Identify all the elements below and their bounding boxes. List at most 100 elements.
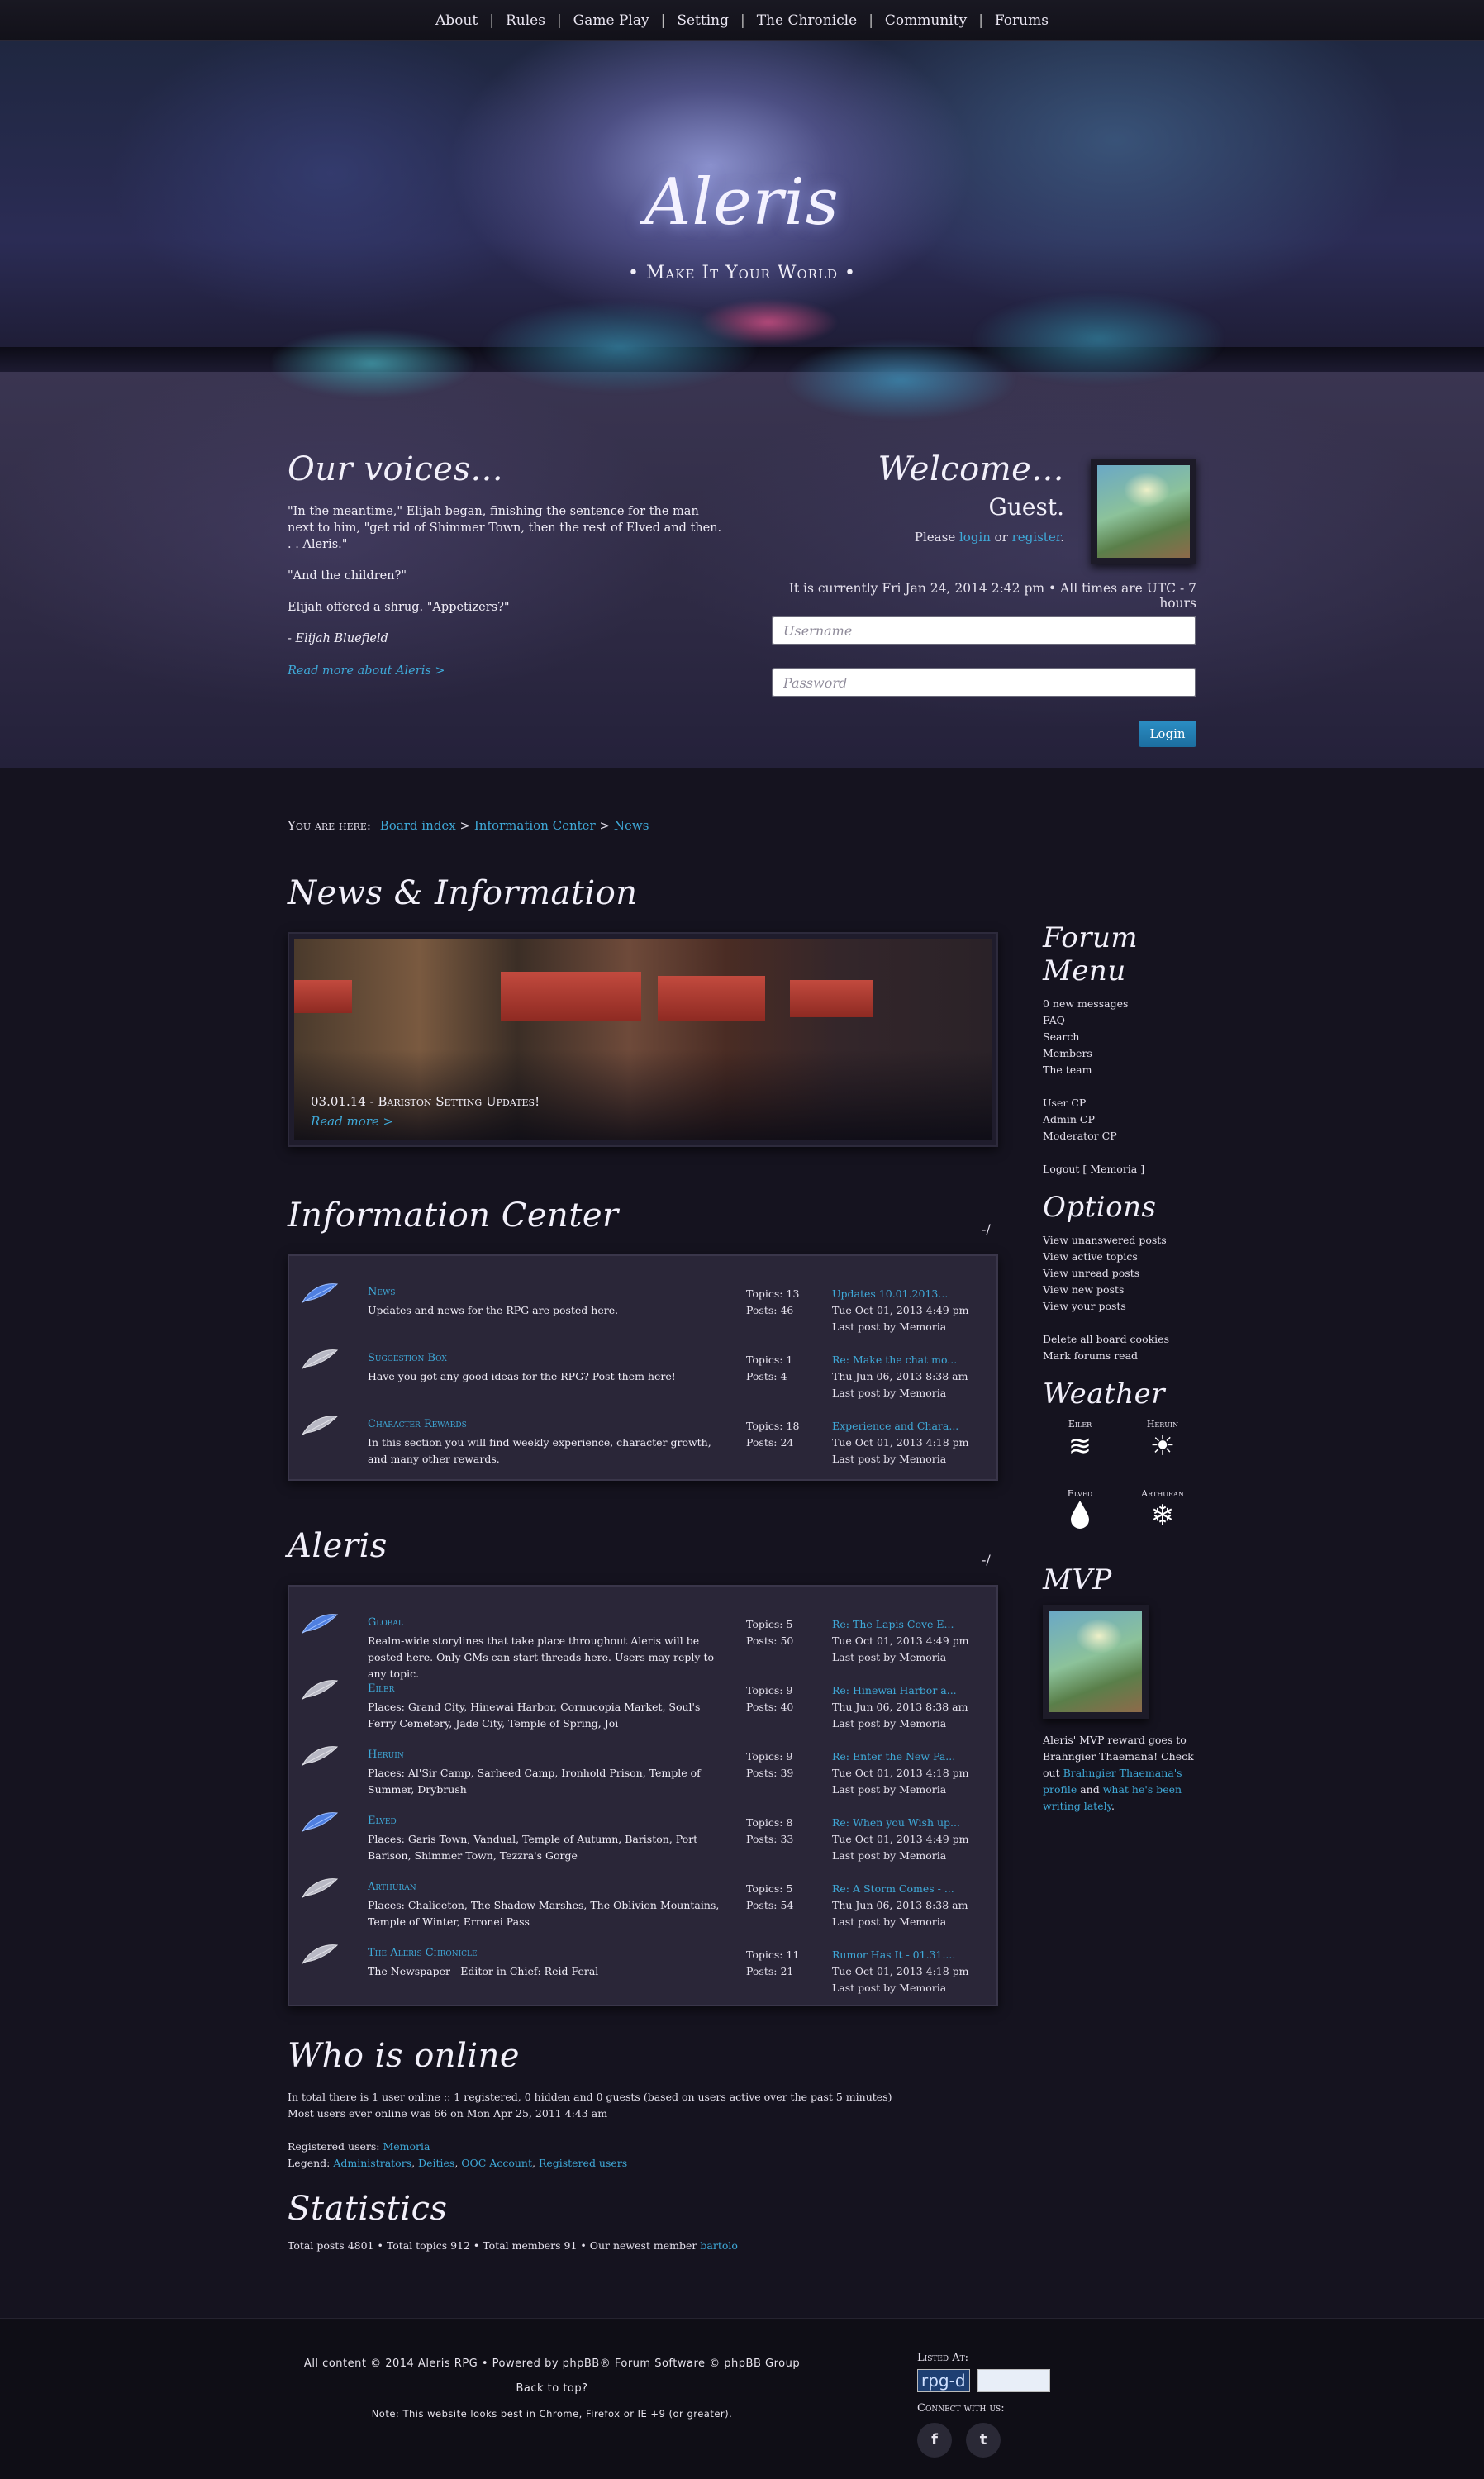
forum-title-link[interactable]: Suggestion Box: [368, 1352, 447, 1364]
last-post-link[interactable]: Re: Hinewai Harbor a...: [832, 1684, 957, 1696]
option-unanswered[interactable]: View unanswered posts: [1043, 1232, 1208, 1249]
last-post: Re: Hinewai Harbor a... Thu Jun 06, 2013 …: [832, 1682, 968, 1732]
forum-title-link[interactable]: Elved: [368, 1815, 397, 1827]
forum-title-link[interactable]: Global: [368, 1616, 403, 1629]
login-prompt: Please login or register.: [914, 530, 1064, 545]
registered-users: Registered users: Memoria: [288, 2140, 430, 2153]
last-post-link[interactable]: Re: When you Wish up...: [832, 1816, 960, 1829]
breadcrumb-board-index[interactable]: Board index: [380, 818, 456, 833]
nav-community[interactable]: Community: [873, 12, 978, 29]
topic-count: Topics: 8: [746, 1816, 793, 1829]
post-count: Posts: 4: [746, 1370, 787, 1382]
information-center-collapse-toggle[interactable]: -/: [982, 1221, 991, 1237]
last-post: Re: Enter the New Pa... Tue Oct 01, 2013 …: [832, 1749, 969, 1798]
voices-quote: Elijah offered a shrug. "Appetizers?": [288, 601, 510, 614]
last-post-link[interactable]: Updates 10.01.2013...: [832, 1287, 948, 1300]
forum-stats: Topics: 1 Posts: 4: [746, 1352, 792, 1385]
forum-stats: Topics: 9 Posts: 39: [746, 1749, 793, 1782]
menu-moderator-cp[interactable]: Moderator CP: [1043, 1128, 1208, 1144]
online-record: Most users ever online was 66 on Mon Apr…: [288, 2107, 608, 2120]
newest-member-link[interactable]: bartolo: [700, 2239, 738, 2252]
legend-registered-users[interactable]: Registered users: [539, 2157, 627, 2169]
last-post-link[interactable]: Re: Enter the New Pa...: [832, 1750, 955, 1763]
option-mark-read[interactable]: Mark forums read: [1043, 1348, 1208, 1364]
menu-the-team[interactable]: The team: [1043, 1062, 1208, 1078]
last-post-link[interactable]: Re: The Lapis Cove E...: [832, 1618, 954, 1630]
menu-faq[interactable]: FAQ: [1043, 1012, 1208, 1029]
nav-about[interactable]: About: [424, 12, 489, 29]
option-new-posts[interactable]: View new posts: [1043, 1282, 1208, 1298]
option-active-topics[interactable]: View active topics: [1043, 1249, 1208, 1265]
menu-members[interactable]: Members: [1043, 1045, 1208, 1062]
grey-feather-icon: [301, 1944, 339, 1965]
breadcrumb-information-center[interactable]: Information Center: [474, 818, 596, 833]
menu-search[interactable]: Search: [1043, 1029, 1208, 1045]
topic-count: Topics: 13: [746, 1287, 800, 1300]
twitter-icon[interactable]: t: [966, 2423, 1001, 2458]
last-post-link[interactable]: Re: A Storm Comes - ...: [832, 1882, 954, 1895]
news-feature[interactable]: 03.01.14 - Bariston Setting Updates! Rea…: [288, 932, 998, 1147]
username-input[interactable]: [772, 616, 1196, 645]
online-user-link[interactable]: Memoria: [383, 2140, 430, 2153]
news-read-more-link[interactable]: Read more >: [311, 1114, 393, 1129]
who-is-online: In total there is 1 user online :: 1 reg…: [288, 2089, 998, 2172]
last-post-link[interactable]: Experience and Chara...: [832, 1420, 958, 1432]
legend-administrators[interactable]: Administrators: [333, 2157, 411, 2169]
breadcrumb-news[interactable]: News: [614, 818, 649, 833]
awning-shape: [790, 980, 873, 1017]
aleris-collapse-toggle[interactable]: -/: [982, 1552, 991, 1568]
rpg-d-badge[interactable]: rpg-d: [917, 2369, 970, 2392]
online-summary: In total there is 1 user online :: 1 reg…: [288, 2091, 892, 2103]
nav-the-chronicle[interactable]: The Chronicle: [745, 12, 868, 29]
menu-new-messages[interactable]: 0 new messages: [1043, 996, 1208, 1012]
post-count: Posts: 50: [746, 1634, 794, 1647]
login-button[interactable]: Login: [1139, 721, 1196, 747]
legend-deities[interactable]: Deities: [418, 2157, 454, 2169]
back-to-top-link[interactable]: Back to top?: [288, 2377, 816, 2401]
forum-stats: Topics: 8 Posts: 33: [746, 1815, 793, 1848]
forum-title-link[interactable]: News: [368, 1286, 395, 1298]
aleris-heading: Aleris: [288, 1527, 388, 1565]
guest-avatar: [1091, 459, 1196, 564]
forum-title-link[interactable]: Character Rewards: [368, 1418, 467, 1430]
voices-heading: Our voices...: [288, 450, 504, 488]
forum-menu-list: 0 new messages FAQ Search Members The te…: [1043, 996, 1208, 1178]
listing-badge[interactable]: [977, 2369, 1050, 2392]
legend-ooc-account[interactable]: OOC Account: [461, 2157, 532, 2169]
post-count: Posts: 21: [746, 1965, 794, 1977]
register-link[interactable]: register: [1012, 530, 1061, 545]
mvp-avatar[interactable]: [1043, 1605, 1149, 1719]
post-count: Posts: 54: [746, 1899, 794, 1911]
menu-logout[interactable]: Logout [ Memoria ]: [1043, 1161, 1208, 1178]
voices-attribution: - Elijah Bluefield: [288, 632, 388, 645]
nav-setting[interactable]: Setting: [665, 12, 740, 29]
information-center-heading: Information Center: [288, 1197, 619, 1235]
forum-title-link[interactable]: Eiler: [368, 1682, 394, 1695]
read-more-about-aleris-link[interactable]: Read more about Aleris >: [288, 664, 445, 678]
forum-title-link[interactable]: Arthuran: [368, 1881, 416, 1893]
nav-game-play[interactable]: Game Play: [562, 12, 661, 29]
last-post-date: Tue Oct 01, 2013 4:18 pm: [832, 1767, 969, 1779]
option-unread-posts[interactable]: View unread posts: [1043, 1265, 1208, 1282]
option-delete-cookies[interactable]: Delete all board cookies: [1043, 1331, 1208, 1348]
forum-menu-heading: Forum Menu: [1043, 921, 1139, 987]
forum-title-link[interactable]: The Aleris Chronicle: [368, 1947, 478, 1959]
facebook-icon[interactable]: f: [917, 2423, 952, 2458]
forum-title-link[interactable]: Heruin: [368, 1749, 404, 1761]
news-heading: News & Information: [288, 874, 638, 912]
menu-user-cp[interactable]: User CP: [1043, 1095, 1208, 1111]
avatar: [1097, 465, 1190, 558]
password-input[interactable]: [772, 668, 1196, 697]
weather-grid: Eiler ≋ Heruin ☀ Elved Arthuran ❄: [1043, 1419, 1208, 1563]
last-post-link[interactable]: Rumor Has It - 01.31....: [832, 1948, 955, 1961]
option-your-posts[interactable]: View your posts: [1043, 1298, 1208, 1315]
forum-stats: Topics: 18 Posts: 24: [746, 1418, 799, 1451]
last-post: Re: The Lapis Cove E... Tue Oct 01, 2013 …: [832, 1616, 969, 1666]
awning-shape: [658, 976, 765, 1021]
menu-admin-cp[interactable]: Admin CP: [1043, 1111, 1208, 1128]
awning-shape: [501, 972, 641, 1021]
login-link[interactable]: login: [959, 530, 991, 545]
last-post-link[interactable]: Re: Make the chat mo...: [832, 1354, 957, 1366]
nav-forums[interactable]: Forums: [983, 12, 1060, 29]
nav-rules[interactable]: Rules: [494, 12, 557, 29]
